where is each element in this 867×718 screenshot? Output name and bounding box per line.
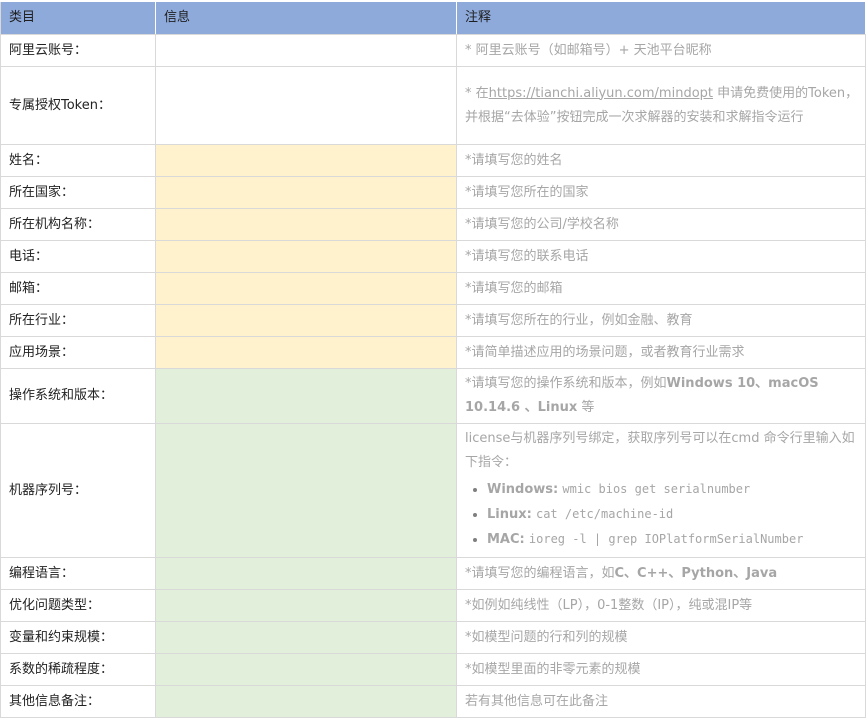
row-note: *请填写您所在的国家: [456, 176, 866, 209]
industry-field[interactable]: [155, 304, 457, 337]
command-code: ioreg -l | grep IOPlatformSerialNumber: [528, 532, 804, 546]
os-version-field[interactable]: [155, 368, 457, 424]
language-note-prefix: *请填写您的编程语言，如: [465, 565, 615, 581]
row-label: 变量和约束规模：: [0, 621, 156, 654]
organization-field[interactable]: [155, 208, 457, 241]
problem-type-field[interactable]: [155, 589, 457, 622]
row-scenario: 应用场景： *请简单描述应用的场景问题，或者教育行业需求: [0, 336, 866, 369]
row-note: *请填写您的联系电话: [456, 240, 866, 273]
command-item-mac: MAC: ioreg -l | grep IOPlatformSerialNum…: [487, 527, 865, 552]
command-code: wmic bios get serialnumber: [562, 482, 751, 496]
row-note: *如模型问题的行和列的规模: [456, 621, 866, 654]
command-os: MAC:: [487, 532, 525, 547]
sparsity-field[interactable]: [155, 653, 457, 686]
row-label: 其他信息备注：: [0, 685, 156, 718]
row-note: *请填写您的姓名: [456, 144, 866, 177]
header-note: 注释: [456, 1, 866, 35]
row-label: 编程语言：: [0, 557, 156, 590]
row-token: 专属授权Token： * 在https://tianchi.aliyun.com…: [0, 66, 866, 145]
row-note: *如模型里面的非零元素的规模: [456, 653, 866, 686]
row-label: 应用场景：: [0, 336, 156, 369]
row-language: 编程语言： *请填写您的编程语言，如C、C++、Python、Java: [0, 557, 866, 590]
command-code: cat /etc/machine-id: [535, 507, 674, 521]
phone-field[interactable]: [155, 240, 457, 273]
row-label: 优化问题类型：: [0, 589, 156, 622]
row-label: 电话：: [0, 240, 156, 273]
token-note-prefix: * 在: [465, 85, 489, 101]
row-note: *请填写您的编程语言，如C、C++、Python、Java: [456, 557, 866, 590]
command-item-linux: Linux: cat /etc/machine-id: [487, 502, 865, 527]
row-label: 所在行业：: [0, 304, 156, 337]
row-email: 邮箱： *请填写您的邮箱: [0, 272, 866, 305]
row-name: 姓名： *请填写您的姓名: [0, 144, 866, 177]
row-scale: 变量和约束规模： *如模型问题的行和列的规模: [0, 621, 866, 654]
machine-note-text: license与机器序列号绑定，获取序列号可以在cmd 命令行里输入如下指令：: [465, 431, 855, 470]
scenario-field[interactable]: [155, 336, 457, 369]
row-note: *请填写您所在的行业，例如金融、教育: [456, 304, 866, 337]
other-info-field[interactable]: [155, 685, 457, 718]
row-phone: 电话： *请填写您的联系电话: [0, 240, 866, 273]
header-info: 信息: [155, 1, 457, 35]
scale-field[interactable]: [155, 621, 457, 654]
row-note: * 在https://tianchi.aliyun.com/mindopt 申请…: [456, 66, 866, 145]
os-note-suffix: 等: [577, 400, 595, 415]
aliyun-account-field[interactable]: [155, 34, 457, 67]
row-label: 邮箱：: [0, 272, 156, 305]
command-os: Windows:: [487, 482, 559, 497]
row-label: 所在机构名称：: [0, 208, 156, 241]
row-note: license与机器序列号绑定，获取序列号可以在cmd 命令行里输入如下指令： …: [456, 423, 866, 558]
row-label: 系数的稀疏程度：: [0, 653, 156, 686]
row-machine: 机器序列号： license与机器序列号绑定，获取序列号可以在cmd 命令行里输…: [0, 423, 866, 558]
header-category: 类目: [0, 1, 156, 35]
row-industry: 所在行业： *请填写您所在的行业，例如金融、教育: [0, 304, 866, 337]
row-note: 若有其他信息可在此备注: [456, 685, 866, 718]
row-note: *如例如纯线性（LP），0-1整数（IP），纯或混IP等: [456, 589, 866, 622]
row-label: 操作系统和版本：: [0, 368, 156, 424]
row-country: 所在国家： *请填写您所在的国家: [0, 176, 866, 209]
row-sparsity: 系数的稀疏程度： *如模型里面的非零元素的规模: [0, 653, 866, 686]
mindopt-link[interactable]: https://tianchi.aliyun.com/mindopt: [489, 86, 713, 101]
os-note-prefix: *请填写您的操作系统和版本，例如: [465, 376, 667, 391]
name-field[interactable]: [155, 144, 457, 177]
row-problem: 优化问题类型： *如例如纯线性（LP），0-1整数（IP），纯或混IP等: [0, 589, 866, 622]
info-form-table: 类目 信息 注释 阿里云账号： * 阿里云账号（如邮箱号）+ 天池平台昵称 专属…: [0, 1, 866, 718]
email-field[interactable]: [155, 272, 457, 305]
row-label: 阿里云账号：: [0, 34, 156, 67]
row-label: 机器序列号：: [0, 423, 156, 558]
machine-serial-field[interactable]: [155, 423, 457, 558]
country-field[interactable]: [155, 176, 457, 209]
row-note: *请填写您的邮箱: [456, 272, 866, 305]
row-label: 专属授权Token：: [0, 66, 156, 145]
language-field[interactable]: [155, 557, 457, 590]
row-note: *请填写您的操作系统和版本，例如Windows 10、macOS 10.14.6…: [456, 368, 866, 424]
command-list: Windows: wmic bios get serialnumber Linu…: [465, 477, 865, 552]
row-other: 其他信息备注： 若有其他信息可在此备注: [0, 685, 866, 718]
command-os: Linux:: [487, 507, 532, 522]
row-note: *请简单描述应用的场景问题，或者教育行业需求: [456, 336, 866, 369]
command-item-windows: Windows: wmic bios get serialnumber: [487, 477, 865, 502]
row-os: 操作系统和版本： *请填写您的操作系统和版本，例如Windows 10、macO…: [0, 368, 866, 424]
row-note: * 阿里云账号（如邮箱号）+ 天池平台昵称: [456, 34, 866, 67]
row-org: 所在机构名称： *请填写您的公司/学校名称: [0, 208, 866, 241]
language-note-examples: C、C++、Python、Java: [614, 565, 778, 581]
row-label: 姓名：: [0, 144, 156, 177]
token-field[interactable]: [155, 66, 457, 145]
table-header-row: 类目 信息 注释: [0, 1, 866, 35]
row-note: *请填写您的公司/学校名称: [456, 208, 866, 241]
row-label: 所在国家：: [0, 176, 156, 209]
row-aliyun: 阿里云账号： * 阿里云账号（如邮箱号）+ 天池平台昵称: [0, 34, 866, 67]
form-page: 类目 信息 注释 阿里云账号： * 阿里云账号（如邮箱号）+ 天池平台昵称 专属…: [0, 0, 867, 718]
